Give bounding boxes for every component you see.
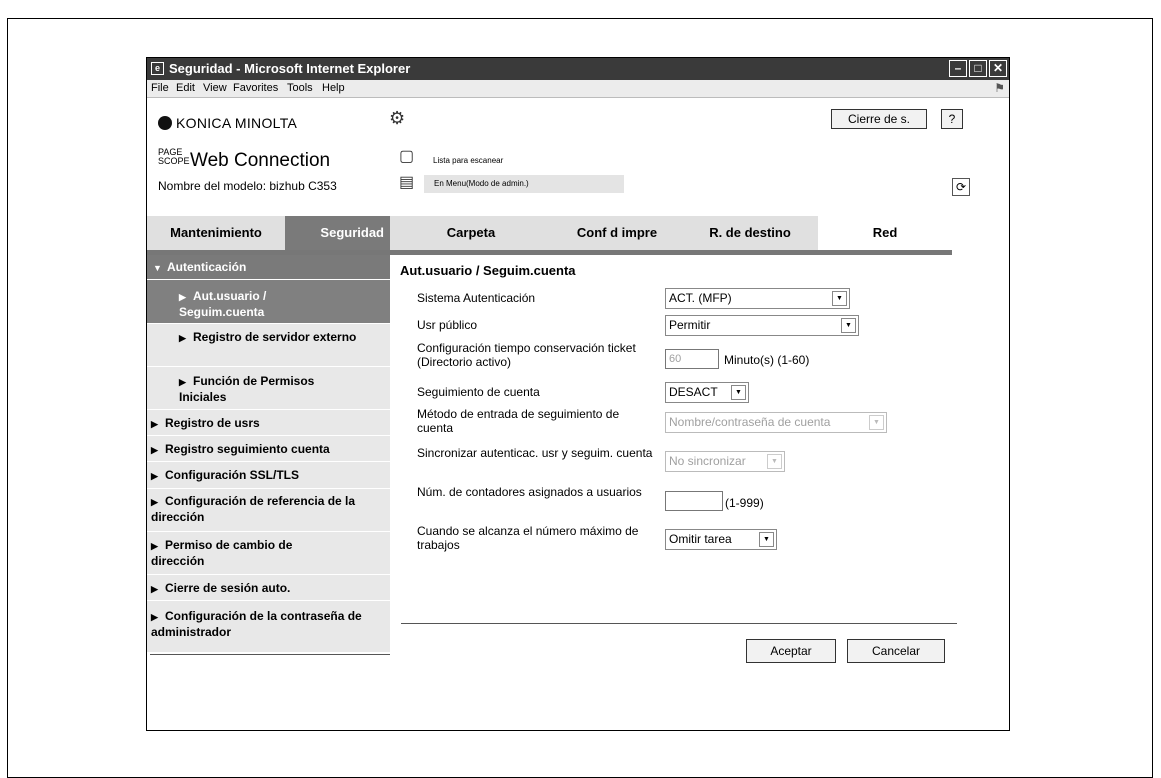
tab-red[interactable]: Red: [818, 216, 952, 250]
chevron-down-icon: ▼: [832, 291, 847, 306]
tab-destino[interactable]: R. de destino: [682, 216, 818, 250]
tab-carpeta[interactable]: Carpeta: [390, 216, 552, 250]
refresh-icon[interactable]: ⟳: [952, 178, 970, 196]
menu-bar: File Edit View Favorites Tools Help ⚑: [147, 80, 1009, 98]
pagescope-mark: PAGE SCOPE: [158, 147, 190, 166]
sidebar-item-autenticacion[interactable]: ▼ Autenticación: [147, 255, 390, 280]
sidebar-item-cierre-sesion[interactable]: ▶ Cierre de sesión auto.: [147, 575, 390, 601]
tab-seguridad[interactable]: Seguridad: [285, 216, 390, 250]
sidebar-item-registro-seguimiento[interactable]: ▶ Registro seguimiento cuenta: [147, 436, 390, 462]
triangle-right-icon: ▶: [151, 541, 158, 551]
label-sincronizar: Sincronizar autenticac. usr y seguim. cu…: [417, 446, 653, 460]
sidebar-item-registro-servidor[interactable]: ▶ Registro de servidor externo: [147, 324, 390, 367]
sidebar-item-funcion-permisos[interactable]: ▶ Función de Permisos Iniciales: [147, 367, 390, 410]
sidebar-divider: [150, 654, 390, 655]
menu-view[interactable]: View: [203, 82, 227, 94]
unit-minutos: Minuto(s) (1-60): [724, 353, 810, 367]
triangle-right-icon: ▶: [151, 584, 158, 594]
help-button[interactable]: ?: [941, 109, 963, 129]
triangle-right-icon: ▶: [151, 612, 158, 622]
menu-edit[interactable]: Edit: [176, 82, 195, 94]
label-tiempo-conservacion: Configuración tiempo conservación ticket…: [417, 341, 636, 369]
cancel-button[interactable]: Cancelar: [847, 639, 945, 663]
printer-icon: ▤: [399, 174, 415, 191]
scan-status: Lista para escanear: [433, 156, 504, 165]
chevron-down-icon: ▼: [759, 532, 774, 547]
select-metodo-entrada[interactable]: Nombre/contraseña de cuenta ▼: [665, 412, 887, 433]
ok-button[interactable]: Aceptar: [746, 639, 836, 663]
input-num-contadores[interactable]: [665, 491, 723, 511]
close-icon[interactable]: ✕: [989, 60, 1007, 77]
sidebar-item-permiso-cambio[interactable]: ▶ Permiso de cambio de dirección: [147, 532, 390, 575]
konica-minolta-logo: KONICA MINOLTA: [158, 115, 297, 131]
globe-icon: [158, 116, 172, 130]
scanner-icon: ▢: [399, 148, 415, 165]
label-maximo-trabajos: Cuando se alcanza el número máximo de tr…: [417, 524, 639, 552]
model-name: Nombre del modelo: bizhub C353: [158, 179, 337, 193]
unit-rango: (1-999): [725, 496, 764, 510]
select-usr-publico[interactable]: Permitir ▼: [665, 315, 859, 336]
tab-conf-impre[interactable]: Conf d impre: [552, 216, 682, 250]
chevron-down-icon: ▼: [841, 318, 856, 333]
label-metodo-entrada: Método de entrada de seguimiento de cuen…: [417, 407, 620, 435]
triangle-right-icon: ▶: [151, 497, 158, 507]
page-title: Aut.usuario / Seguim.cuenta: [400, 263, 576, 278]
input-tiempo-conservacion[interactable]: 60: [665, 349, 719, 369]
triangle-right-icon: ▶: [179, 377, 186, 387]
sidebar-item-aut-usuario[interactable]: ▶ Aut.usuario / Seguim.cuenta: [147, 280, 390, 324]
chevron-down-icon: ▼: [869, 415, 884, 430]
windows-flag-icon: ⚑: [994, 81, 1005, 95]
menu-help[interactable]: Help: [322, 82, 345, 94]
triangle-right-icon: ▶: [151, 445, 158, 455]
select-seguimiento-cuenta[interactable]: DESACT ▼: [665, 382, 749, 403]
triangle-right-icon: ▶: [151, 419, 158, 429]
label-sistema-autenticacion: Sistema Autenticación: [417, 291, 536, 305]
triangle-right-icon: ▶: [151, 471, 158, 481]
admin-user-icon: ⚙: [389, 108, 406, 128]
menu-file[interactable]: File: [151, 82, 169, 94]
label-seguimiento-cuenta: Seguimiento de cuenta: [417, 385, 540, 399]
sidebar-item-registro-usrs[interactable]: ▶ Registro de usrs: [147, 410, 390, 436]
minimize-icon[interactable]: –: [949, 60, 967, 77]
label-num-contadores: Núm. de contadores asignados a usuarios: [417, 485, 642, 499]
window-controls: – □ ✕: [949, 60, 1007, 77]
tab-bar: Mantenimiento Seguridad Carpeta Conf d i…: [147, 216, 952, 250]
chevron-down-icon: ▼: [767, 454, 782, 469]
label-usr-publico: Usr público: [417, 318, 478, 332]
triangle-right-icon: ▶: [179, 333, 186, 343]
sidebar-item-ssl-tls[interactable]: ▶ Configuración SSL/TLS: [147, 462, 390, 489]
chevron-down-icon: ▼: [731, 385, 746, 400]
window-title: Seguridad - Microsoft Internet Explorer: [169, 61, 411, 76]
ie-icon: e: [151, 62, 164, 75]
sidebar-item-contrasena-admin[interactable]: ▶ Configuración de la contraseña de admin…: [147, 601, 390, 653]
page-content: KONICA MINOLTA PAGE SCOPEWeb Connection …: [147, 98, 1009, 730]
browser-window: e Seguridad - Microsoft Internet Explore…: [146, 57, 1010, 731]
sidebar-item-referencia-direccion[interactable]: ▶ Configuración de referencia de la direc…: [147, 489, 390, 532]
form-divider: [401, 623, 957, 624]
select-sistema-autenticacion[interactable]: ACT. (MFP) ▼: [665, 288, 850, 309]
maximize-icon[interactable]: □: [969, 60, 987, 77]
title-bar: e Seguridad - Microsoft Internet Explore…: [147, 58, 1009, 80]
tab-mantenimiento[interactable]: Mantenimiento: [147, 216, 285, 250]
select-sincronizar[interactable]: No sincronizar ▼: [665, 451, 785, 472]
triangle-down-icon: ▼: [153, 263, 162, 273]
menu-favorites[interactable]: Favorites: [233, 82, 278, 94]
admin-mode-label: En Menu(Modo de admin.): [424, 175, 624, 193]
pagescope-logo: PAGE SCOPEWeb Connection: [158, 147, 331, 172]
triangle-right-icon: ▶: [179, 292, 186, 302]
select-maximo-trabajos[interactable]: Omitir tarea ▼: [665, 529, 777, 550]
menu-tools[interactable]: Tools: [287, 82, 313, 94]
logout-button[interactable]: Cierre de s.: [831, 109, 927, 129]
